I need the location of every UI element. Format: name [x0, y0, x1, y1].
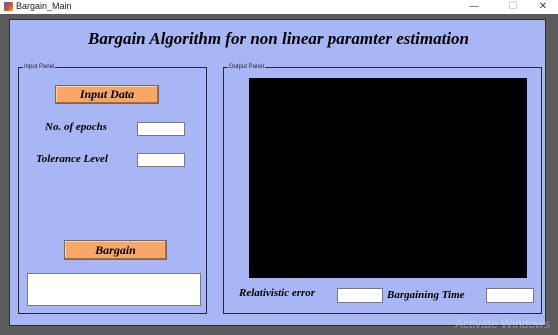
output-panel: Output Panel Relativistic error Bargaini… — [223, 63, 542, 314]
maximize-button[interactable]: ☐ — [500, 0, 526, 14]
plot-axes[interactable] — [249, 78, 527, 278]
window-titlebar: Bargain_Main — ☐ ✕ — [0, 0, 558, 15]
matlab-app-icon — [4, 2, 13, 11]
epochs-field[interactable] — [137, 122, 185, 136]
bargaining-time-field[interactable] — [486, 288, 534, 303]
close-button[interactable]: ✕ — [530, 0, 556, 14]
relativistic-error-label: Relativistic error — [239, 287, 316, 299]
minimize-button[interactable]: — — [461, 0, 487, 14]
figure-area: Bargain Algorithm for non linear paramte… — [9, 19, 546, 326]
input-panel: Input Panel Input Data No. of epochs Tol… — [18, 63, 207, 314]
activate-windows-watermark: Activate Windows — [455, 317, 550, 331]
input-data-button[interactable]: Input Data — [55, 85, 159, 104]
tolerance-field[interactable] — [137, 153, 185, 167]
window-title: Bargain_Main — [16, 1, 72, 11]
bargain-button[interactable]: Bargain — [64, 240, 167, 260]
bargaining-time-label: Bargaining Time — [387, 289, 465, 301]
epochs-label: No. of epochs — [45, 121, 108, 133]
tolerance-label: Tolerance Level — [36, 153, 108, 165]
relativistic-error-field[interactable] — [337, 288, 383, 303]
page-title: Bargain Algorithm for non linear paramte… — [87, 29, 469, 48]
input-panel-label: Input Panel — [23, 63, 56, 71]
status-textbox[interactable] — [27, 273, 201, 306]
output-panel-label: Output Panel — [228, 63, 266, 71]
